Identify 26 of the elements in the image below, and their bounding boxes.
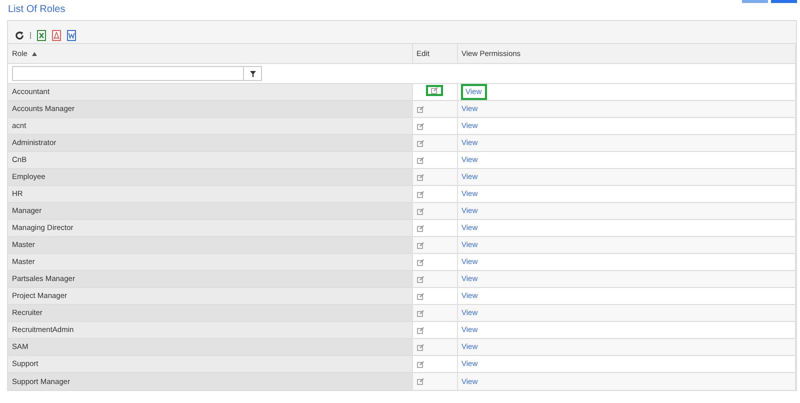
edit-icon[interactable] [416, 344, 424, 350]
edit-icon[interactable] [416, 360, 424, 368]
edit-icon[interactable] [416, 156, 424, 164]
page-title: List Of Roles [8, 3, 66, 17]
edit-icon[interactable] [416, 140, 424, 146]
edit-icon[interactable] [416, 122, 424, 130]
excel-export-icon[interactable] [37, 30, 46, 40]
filter-field[interactable] [12, 66, 262, 81]
edit-icon[interactable] [431, 86, 438, 94]
edit-icon[interactable] [416, 310, 424, 316]
edit-icon[interactable] [416, 378, 424, 385]
word-export-icon[interactable] [67, 30, 76, 40]
edit-icon[interactable] [416, 208, 424, 214]
edit-icon[interactable] [416, 190, 424, 198]
edit-icon[interactable] [416, 326, 424, 334]
edit-icon[interactable] [416, 292, 424, 300]
edit-icon[interactable] [416, 106, 424, 112]
edit-icon[interactable] [416, 174, 424, 180]
edit-icon[interactable] [416, 224, 424, 232]
pdf-export-icon[interactable] [52, 30, 61, 40]
edit-icon[interactable] [416, 242, 424, 248]
refresh-icon[interactable] [15, 30, 24, 40]
filter-icon[interactable] [250, 70, 256, 76]
edit-icon[interactable] [416, 276, 424, 282]
edit-icon[interactable] [416, 258, 424, 266]
sort-ascending-icon[interactable] [32, 52, 38, 56]
